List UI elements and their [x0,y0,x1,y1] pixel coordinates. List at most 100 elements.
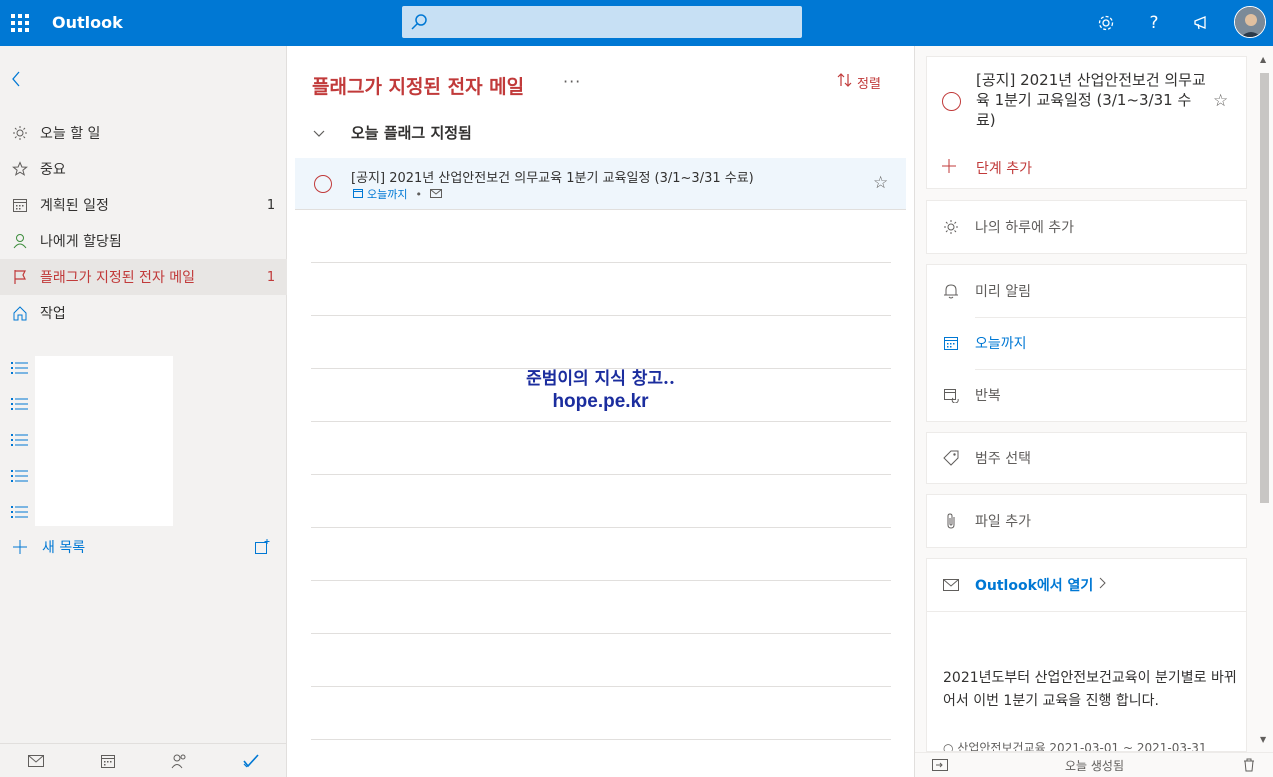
due-label: 오늘까지 [975,336,1027,352]
new-group-icon[interactable] [237,539,287,555]
watermark-line2: hope.pe.kr [552,391,649,412]
scroll-thumb[interactable] [1260,73,1269,503]
sun-icon [0,125,40,141]
complete-task-checkbox[interactable] [942,92,961,111]
add-step-button[interactable]: 단계 추가 [942,157,1032,178]
custom-list-icon[interactable] [11,397,29,411]
email-note-cut-line: ○ 산업안전보건교육 2021-03-01 ~ 2021-03-31 [943,741,1207,752]
task-row[interactable]: [공지] 2021년 산업안전보건 의무교육 1분기 교육일정 (3/1~3/3… [295,158,906,210]
paperclip-icon [927,513,975,529]
custom-list-icon[interactable] [11,469,29,483]
detail-pane: [공지] 2021년 산업안전보건 의무교육 1분기 교육일정 (3/1~3/3… [914,46,1273,777]
add-file-button[interactable]: 파일 추가 [927,495,1246,547]
app-launcher-icon[interactable] [11,14,29,32]
task-meta: 오늘까지 • [353,186,442,202]
repeat-button[interactable]: 반복 [927,369,1246,421]
feedback-megaphone-icon[interactable] [1191,12,1213,34]
importance-star-icon[interactable]: ☆ [873,173,888,193]
due-date-button[interactable]: 오늘까지 [927,317,1246,369]
sidebar-item-my-day[interactable]: 오늘 할 일 [0,115,287,151]
sort-arrows-icon [837,72,853,92]
plus-icon [942,157,976,178]
sidebar-item-important[interactable]: 중요 [0,151,287,187]
sidebar-item-count: 1 [266,197,276,213]
collapse-sidebar-chevron-icon[interactable] [10,70,30,90]
people-icon[interactable] [144,744,216,777]
bell-icon [927,283,975,299]
sidebar-item-flagged-email[interactable]: 플래그가 지정된 전자 메일 1 [0,259,287,295]
sidebar-item-assigned-to-me[interactable]: 나에게 할당됨 [0,223,287,259]
sidebar-item-label: 플래그가 지정된 전자 메일 [40,270,196,286]
star-icon [0,161,40,177]
watermark-line1: 준범이의 지식 창고.. [526,369,675,389]
importance-star-icon[interactable]: ☆ [1213,91,1228,111]
task-title: [공지] 2021년 산업안전보건 의무교육 1분기 교육일정 (3/1~3/3… [351,171,754,186]
file-card: 파일 추가 [926,494,1247,548]
top-bar: Outlook ? [0,0,1273,46]
mail-icon[interactable] [0,744,72,777]
mail-small-icon [429,188,442,201]
scroll-down-arrow-icon[interactable]: ▼ [1260,735,1266,744]
todo-check-icon[interactable] [215,744,287,777]
chevron-right-icon [1099,577,1107,593]
sidebar-item-planned[interactable]: 계획된 일정 1 [0,187,287,223]
detail-scrollbar[interactable]: ▲ ▼ [1258,55,1271,748]
note-card: Outlook에서 열기 2021년도부터 산업안전보건교육이 분기별로 바뀌어… [926,558,1247,752]
sidebar-item-label: 오늘 할 일 [40,126,101,142]
app-switcher-bar [0,743,287,777]
add-to-my-day-label: 나의 하루에 추가 [975,220,1075,236]
sidebar: 오늘 할 일 중요 계획된 일정 1 나에게 할당됨 플래그가 지정된 전자 메… [0,46,287,777]
add-file-label: 파일 추가 [975,514,1031,530]
help-icon[interactable]: ? [1143,12,1165,34]
custom-list-icon[interactable] [11,505,29,519]
remind-label: 미리 알림 [975,284,1031,300]
email-note-body[interactable]: 2021년도부터 산업안전보건교육이 분기별로 바뀌어서 이번 1분기 교육을 … [943,667,1238,713]
tag-icon [927,450,975,466]
new-list-label: 새 목록 [42,540,86,556]
list-options-button[interactable]: ··· [563,72,581,91]
add-to-my-day-button[interactable]: 나의 하루에 추가 [927,201,1246,253]
chevron-down-icon [313,124,351,142]
plus-icon [0,540,40,554]
sun-icon [927,219,975,235]
delete-trash-icon[interactable] [1224,758,1273,772]
group-title: 오늘 플래그 지정됨 [351,124,472,142]
empty-list-lines [311,262,891,777]
calendar-app-icon[interactable] [72,744,144,777]
complete-task-checkbox[interactable] [314,175,332,193]
repeat-calendar-icon [927,387,975,403]
pick-category-button[interactable]: 범주 선택 [927,433,1246,483]
custom-list-icon[interactable] [11,361,29,375]
schedule-card: 미리 알림 오늘까지 반복 [926,264,1247,422]
search-input[interactable] [402,6,802,38]
hide-detail-icon[interactable] [915,759,965,771]
user-avatar[interactable] [1234,6,1266,38]
detail-footer: 오늘 생성됨 [915,752,1273,777]
task-due: 오늘까지 [367,188,408,201]
separator-dot: • [415,187,422,201]
open-in-outlook-link[interactable]: Outlook에서 열기 [927,559,1246,611]
sort-label: 정렬 [857,76,881,92]
detail-task-title[interactable]: [공지] 2021년 산업안전보건 의무교육 1분기 교육일정 (3/1~3/3… [976,70,1206,130]
open-in-outlook-label: Outlook에서 열기 [975,578,1094,594]
custom-list-icon[interactable] [11,433,29,447]
group-header[interactable]: 오늘 플래그 지정됨 [313,122,472,143]
new-list-button[interactable]: 새 목록 [0,529,287,565]
sidebar-item-label: 작업 [40,306,66,322]
calendar-icon [927,335,975,351]
sidebar-item-label: 중요 [40,162,66,178]
task-detail-card: [공지] 2021년 산업안전보건 의무교육 1분기 교육일정 (3/1~3/3… [926,56,1247,189]
sidebar-item-count: 1 [266,269,276,285]
app-brand[interactable]: Outlook [52,13,123,32]
settings-gear-icon[interactable] [1095,12,1117,34]
category-card: 범주 선택 [926,432,1247,484]
calendar-icon [0,197,40,213]
add-step-label: 단계 추가 [976,160,1032,177]
sort-button[interactable]: 정렬 [837,72,881,92]
watermark: 준범이의 지식 창고.. hope.pe.kr [287,364,914,413]
person-icon [0,233,40,249]
scroll-up-arrow-icon[interactable]: ▲ [1260,55,1266,64]
sidebar-item-tasks[interactable]: 작업 [0,295,287,331]
sidebar-item-label: 나에게 할당됨 [40,234,122,250]
remind-me-button[interactable]: 미리 알림 [927,265,1246,317]
